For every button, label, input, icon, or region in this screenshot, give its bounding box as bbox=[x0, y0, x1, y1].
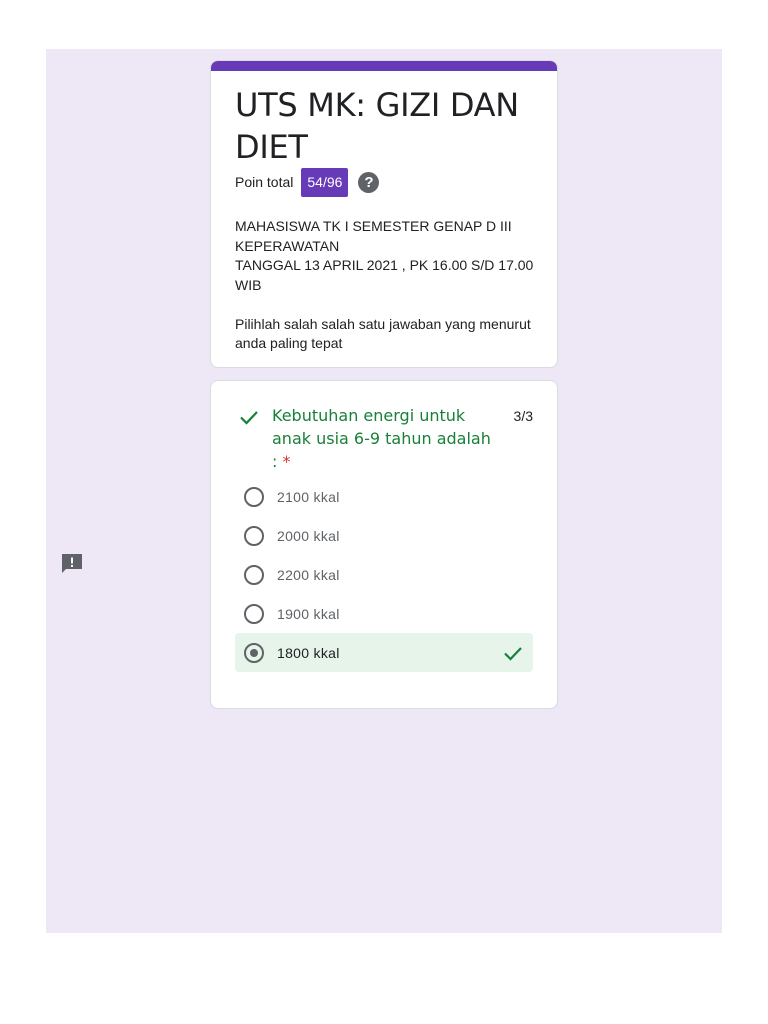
question-title-text: Kebutuhan energi untuk anak usia 6-9 tah… bbox=[272, 406, 491, 471]
required-mark: * bbox=[282, 452, 291, 471]
points-badge: 54/96 bbox=[301, 167, 349, 197]
question-title: Kebutuhan energi untuk anak usia 6-9 tah… bbox=[272, 404, 500, 473]
points-row: Poin total 54/96 ? bbox=[235, 167, 380, 197]
radio-button[interactable] bbox=[244, 486, 264, 507]
radio-button-selected[interactable] bbox=[244, 642, 264, 663]
form-viewport: UTS MK: GIZI DAN DIET Poin total 54/96 ?… bbox=[46, 49, 722, 933]
option-item[interactable]: 2100 kkal bbox=[235, 477, 533, 516]
feedback-icon[interactable] bbox=[60, 552, 84, 576]
question-card: Kebutuhan energi untuk anak usia 6-9 tah… bbox=[210, 380, 558, 709]
form-description: MAHASISWA TK I SEMESTER GENAP D III KEPE… bbox=[235, 218, 534, 351]
check-icon bbox=[504, 647, 522, 661]
page-title: UTS MK: GIZI DAN DIET bbox=[235, 86, 519, 166]
help-icon[interactable]: ? bbox=[358, 171, 380, 193]
check-icon bbox=[240, 411, 258, 425]
points-label: Poin total bbox=[235, 174, 294, 190]
form-header-card: UTS MK: GIZI DAN DIET Poin total 54/96 ?… bbox=[210, 60, 558, 368]
option-item[interactable]: 2200 kkal bbox=[235, 555, 533, 594]
answer-options: 2100 kkal 2000 kkal 2200 kkal 1900 kkal … bbox=[235, 477, 533, 672]
radio-button[interactable] bbox=[244, 564, 264, 585]
question-score: 3/3 bbox=[513, 408, 533, 424]
option-label: 1800 kkal bbox=[277, 644, 340, 661]
option-label: 2200 kkal bbox=[277, 566, 340, 583]
option-label: 2100 kkal bbox=[277, 488, 340, 505]
option-item-correct[interactable]: 1800 kkal bbox=[235, 633, 533, 672]
option-label: 1900 kkal bbox=[277, 605, 340, 622]
radio-button[interactable] bbox=[244, 525, 264, 546]
header-accent-bar bbox=[211, 61, 557, 71]
option-item[interactable]: 1900 kkal bbox=[235, 594, 533, 633]
radio-button[interactable] bbox=[244, 603, 264, 624]
option-item[interactable]: 2000 kkal bbox=[235, 516, 533, 555]
option-label: 2000 kkal bbox=[277, 527, 340, 544]
